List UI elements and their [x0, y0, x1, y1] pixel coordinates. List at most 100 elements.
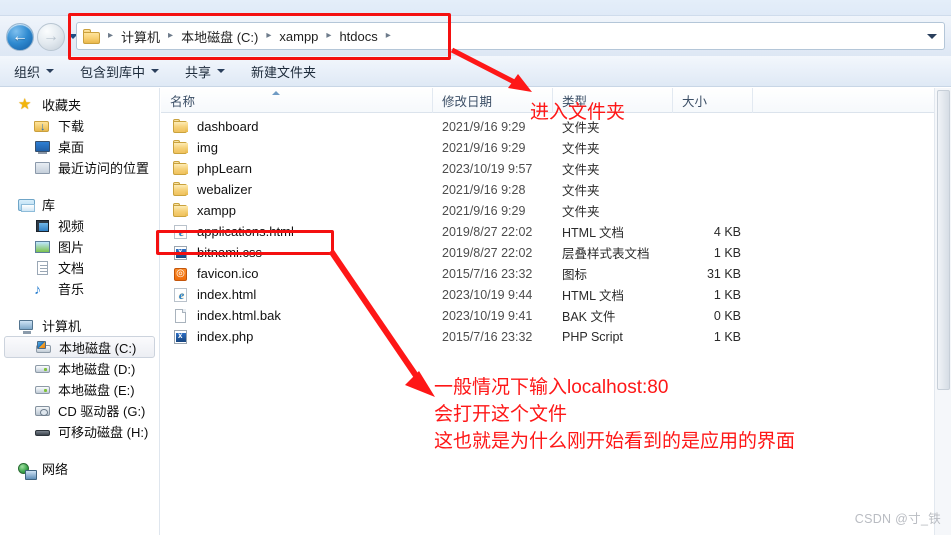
back-button[interactable]: ←: [6, 23, 34, 51]
column-header-filler: [753, 88, 934, 113]
table-row[interactable]: e index.html 2023/10/19 9:44 HTML 文档 1 K…: [161, 284, 934, 305]
address-chevron-down-icon[interactable]: [927, 34, 937, 39]
table-row[interactable]: e applications.html 2019/8/27 22:02 HTML…: [161, 221, 934, 242]
cd-drive-icon: [34, 403, 51, 419]
tree-group-libraries: 库 视频 图片 文档 ♪ 音乐: [0, 194, 159, 299]
css-file-icon: [172, 245, 189, 261]
sidebar-item-downloads[interactable]: ↓ 下载: [0, 115, 159, 136]
sidebar-item-network[interactable]: 网络: [0, 458, 159, 480]
file-type: 文件夹: [562, 121, 600, 135]
sidebar-item-pictures[interactable]: 图片: [0, 236, 159, 257]
sidebar-item-computer[interactable]: 计算机: [0, 315, 159, 336]
column-header-row: 名称 修改日期 类型 大小: [161, 88, 934, 113]
sidebar-item-videos[interactable]: 视频: [0, 215, 159, 236]
sort-ascending-icon: [272, 91, 280, 95]
file-type: 文件夹: [562, 205, 600, 219]
table-row[interactable]: index.php 2015/7/16 23:32 PHP Script 1 K…: [161, 326, 934, 347]
sidebar-item-local-disk-c[interactable]: 本地磁盘 (C:): [4, 336, 155, 358]
folder-icon: [172, 160, 189, 177]
file-date: 2019/8/27 22:02: [442, 245, 533, 260]
table-row[interactable]: index.html.bak 2023/10/19 9:41 BAK 文件 0 …: [161, 305, 934, 326]
sidebar-item-local-disk-e[interactable]: 本地磁盘 (E:): [0, 379, 159, 400]
table-row[interactable]: xampp 2021/9/16 9:29 文件夹: [161, 200, 934, 221]
file-size: 1 KB: [713, 245, 741, 260]
breadcrumb-item-htdocs[interactable]: htdocs: [336, 28, 380, 45]
column-header-date-modified[interactable]: 修改日期: [433, 88, 553, 113]
column-header-name-label: 名称: [170, 95, 196, 109]
toolbar-new-folder-button[interactable]: 新建文件夹: [239, 59, 328, 83]
file-name: favicon.ico: [197, 266, 259, 281]
file-type: BAK 文件: [562, 310, 616, 324]
table-row[interactable]: dashboard 2021/9/16 9:29 文件夹: [161, 116, 934, 137]
table-row[interactable]: ◎ favicon.ico 2015/7/16 23:32 图标 31 KB: [161, 263, 934, 284]
column-header-type[interactable]: 类型: [553, 88, 673, 113]
file-name: phpLearn: [197, 161, 252, 176]
file-type: HTML 文档: [562, 289, 625, 303]
sidebar-item-favorites[interactable]: ★ 收藏夹: [0, 94, 159, 115]
scrollbar-thumb[interactable]: [937, 90, 950, 390]
toolbar-organize-button[interactable]: 组织: [2, 59, 66, 83]
toolbar-include-in-library-button[interactable]: 包含到库中: [68, 59, 171, 83]
table-row[interactable]: img 2021/9/16 9:29 文件夹: [161, 137, 934, 158]
file-name-cell: e index.html: [161, 287, 433, 303]
back-arrow-icon: ←: [12, 28, 28, 45]
title-bar: [0, 0, 951, 16]
file-date: 2019/8/27 22:02: [442, 224, 533, 239]
table-row[interactable]: bitnami.css 2019/8/27 22:02 层叠样式表文档 1 KB: [161, 242, 934, 263]
sidebar-item-libraries[interactable]: 库: [0, 194, 159, 215]
file-size: 4 KB: [713, 224, 741, 239]
removable-drive-icon: [34, 424, 51, 440]
network-icon: [18, 461, 37, 480]
command-bar: 组织 包含到库中 共享 新建文件夹: [0, 56, 951, 87]
file-name-cell: index.php: [161, 329, 433, 345]
table-row[interactable]: phpLearn 2023/10/19 9:57 文件夹: [161, 158, 934, 179]
system-drive-icon: [35, 339, 52, 355]
file-date: 2021/9/16 9:29: [442, 140, 526, 155]
sidebar-item-documents[interactable]: 文档: [0, 257, 159, 278]
file-name: index.html.bak: [197, 308, 281, 323]
folder-icon: [172, 118, 189, 135]
hard-drive-icon: [34, 361, 51, 377]
sidebar-item-local-disk-d[interactable]: 本地磁盘 (D:): [0, 358, 159, 379]
file-type: 层叠样式表文档: [562, 247, 650, 261]
breadcrumb-item-xampp[interactable]: xampp: [276, 28, 321, 45]
sidebar-item-music[interactable]: ♪ 音乐: [0, 278, 159, 299]
file-date: 2021/9/16 9:28: [442, 182, 526, 197]
vertical-scrollbar[interactable]: [934, 88, 951, 535]
file-name: img: [197, 140, 218, 155]
file-name: bitnami.css: [197, 245, 263, 260]
sidebar-item-recent-places[interactable]: 最近访问的位置: [0, 157, 159, 178]
file-name: webalizer: [197, 182, 252, 197]
sidebar-item-removable-disk-h[interactable]: 可移动磁盘 (H:): [0, 421, 159, 442]
breadcrumb-item-c-drive[interactable]: 本地磁盘 (C:): [178, 26, 261, 47]
chevron-down-icon: [217, 69, 226, 73]
sidebar-label: 文档: [58, 261, 85, 276]
folder-icon: [172, 181, 189, 198]
file-date: 2021/9/16 9:29: [442, 203, 526, 218]
address-bar[interactable]: ▸ 计算机 ▸ 本地磁盘 (C:) ▸ xampp ▸ htdocs ▸: [76, 22, 945, 50]
sidebar-label: 本地磁盘 (C:): [59, 340, 137, 356]
download-folder-icon: ↓: [34, 118, 51, 134]
forward-button[interactable]: →: [37, 23, 65, 51]
tree-group-computer: 计算机 本地磁盘 (C:) 本地磁盘 (D:) 本地磁盘 (E:) CD 驱动器…: [0, 315, 159, 442]
desktop-icon: [34, 139, 51, 155]
file-name-cell: e applications.html: [161, 224, 433, 240]
breadcrumb-item-computer[interactable]: 计算机: [118, 26, 163, 47]
toolbar-share-button[interactable]: 共享: [173, 59, 237, 83]
folder-icon: [172, 139, 189, 156]
sidebar-item-cd-drive-g[interactable]: CD 驱动器 (G:): [0, 400, 159, 421]
recent-places-icon: [34, 160, 51, 176]
sidebar-item-desktop[interactable]: 桌面: [0, 136, 159, 157]
column-header-size[interactable]: 大小: [673, 88, 753, 113]
file-name: dashboard: [197, 119, 259, 134]
sidebar-label: 网络: [42, 462, 69, 477]
breadcrumb-separator: ▸: [326, 30, 332, 41]
table-row[interactable]: webalizer 2021/9/16 9:28 文件夹: [161, 179, 934, 200]
video-icon: [34, 218, 51, 234]
breadcrumb-separator: ▸: [108, 30, 114, 41]
file-type: 文件夹: [562, 163, 600, 177]
column-header-name[interactable]: 名称: [161, 88, 433, 113]
navigation-pane[interactable]: ★ 收藏夹 ↓ 下载 桌面 最近访问的位置 库 视频 图片 文档 ♪ 音乐 计算…: [0, 88, 160, 535]
